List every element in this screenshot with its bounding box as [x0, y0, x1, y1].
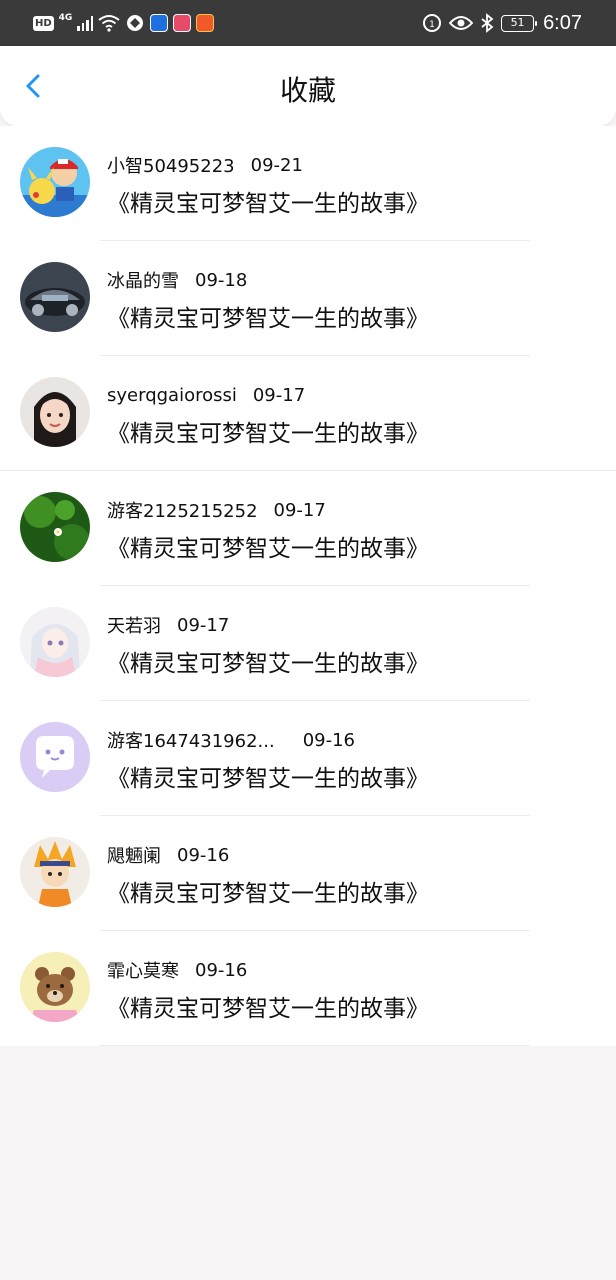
favorite-item[interactable]: syerqgaiorossi 09-17 《精灵宝可梦智艾一生的故事》 — [0, 356, 616, 471]
favorite-item[interactable]: 小智50495223 09-21 《精灵宝可梦智艾一生的故事》 — [0, 126, 616, 241]
status-left: HD 4G — [33, 11, 215, 35]
story-title: 《精灵宝可梦智艾一生的故事》 — [107, 421, 429, 447]
story-title: 《精灵宝可梦智艾一生的故事》 — [107, 536, 429, 562]
item-meta: 飓魎阑 09-16 — [107, 842, 229, 868]
story-title: 《精灵宝可梦智艾一生的故事》 — [107, 766, 429, 792]
eye-icon — [449, 16, 474, 30]
page-title: 收藏 — [279, 74, 336, 107]
story-title: 《精灵宝可梦智艾一生的故事》 — [107, 651, 429, 677]
username: 天若羽 — [107, 616, 161, 637]
username: 游客2125215252 — [107, 501, 258, 522]
item-meta: 霏心莫寒 09-16 — [107, 957, 247, 983]
date: 09-16 — [177, 844, 230, 866]
avatar — [20, 837, 90, 907]
wifi-icon — [98, 15, 120, 32]
app-notification-icon — [196, 14, 215, 32]
vpn-icon — [127, 15, 144, 31]
date: 09-17 — [177, 614, 230, 636]
battery-icon: 51 — [501, 14, 538, 32]
header: 收藏 — [0, 46, 616, 126]
status-bar: HD 4G 1 51 6:07 — [0, 0, 616, 46]
bluetooth-icon — [481, 13, 494, 33]
date: 09-18 — [195, 269, 248, 291]
item-meta: 游客1647431962... 09-16 — [107, 727, 355, 753]
favorite-item[interactable]: 飓魎阑 09-16 《精灵宝可梦智艾一生的故事》 — [0, 816, 616, 931]
signal-icon — [77, 15, 94, 31]
favorite-item[interactable]: 冰晶的雪 09-18 《精灵宝可梦智艾一生的故事》 — [0, 241, 616, 356]
avatar — [20, 377, 90, 447]
item-meta: 天若羽 09-17 — [107, 612, 229, 638]
date: 09-21 — [250, 154, 303, 176]
favorites-list: 小智50495223 09-21 《精灵宝可梦智艾一生的故事》 冰晶的雪 09-… — [0, 126, 616, 1046]
username: syerqgaiorossi — [107, 384, 237, 406]
data-saver-icon: 1 — [423, 14, 442, 32]
avatar — [20, 262, 90, 332]
item-meta: syerqgaiorossi 09-17 — [107, 382, 305, 408]
avatar — [20, 722, 90, 792]
username: 冰晶的雪 — [107, 271, 179, 292]
avatar — [20, 492, 90, 562]
date: 09-16 — [195, 959, 248, 981]
favorite-item[interactable]: 天若羽 09-17 《精灵宝可梦智艾一生的故事》 — [0, 586, 616, 701]
username: 霏心莫寒 — [107, 961, 179, 982]
item-meta: 冰晶的雪 09-18 — [107, 267, 247, 293]
date: 09-17 — [273, 499, 326, 521]
story-title: 《精灵宝可梦智艾一生的故事》 — [107, 191, 429, 217]
story-title: 《精灵宝可梦智艾一生的故事》 — [107, 306, 429, 332]
avatar — [20, 952, 90, 1022]
username: 小智50495223 — [107, 156, 235, 177]
favorite-item[interactable]: 游客1647431962... 09-16 《精灵宝可梦智艾一生的故事》 — [0, 701, 616, 816]
network-type: 4G — [58, 13, 73, 23]
story-title: 《精灵宝可梦智艾一生的故事》 — [107, 881, 429, 907]
avatar — [20, 147, 90, 217]
favorite-item[interactable]: 霏心莫寒 09-16 《精灵宝可梦智艾一生的故事》 — [0, 931, 616, 1046]
app-notification-icon — [150, 14, 169, 32]
date: 09-17 — [252, 384, 306, 406]
avatar — [20, 607, 90, 677]
hd-badge: HD — [33, 15, 54, 31]
app-notification-icon — [173, 14, 192, 32]
item-meta: 游客2125215252 09-17 — [107, 497, 326, 523]
username: 游客1647431962... — [107, 731, 275, 752]
story-title: 《精灵宝可梦智艾一生的故事》 — [107, 996, 429, 1022]
clock: 6:07 — [543, 11, 582, 34]
divider — [100, 1045, 530, 1046]
date: 09-16 — [302, 729, 355, 751]
status-right: 1 51 6:07 — [422, 10, 582, 36]
username: 飓魎阑 — [107, 846, 161, 867]
favorite-item[interactable]: 游客2125215252 09-17 《精灵宝可梦智艾一生的故事》 — [0, 471, 616, 586]
item-meta: 小智50495223 09-21 — [107, 152, 303, 178]
svg-text:1: 1 — [429, 20, 435, 30]
